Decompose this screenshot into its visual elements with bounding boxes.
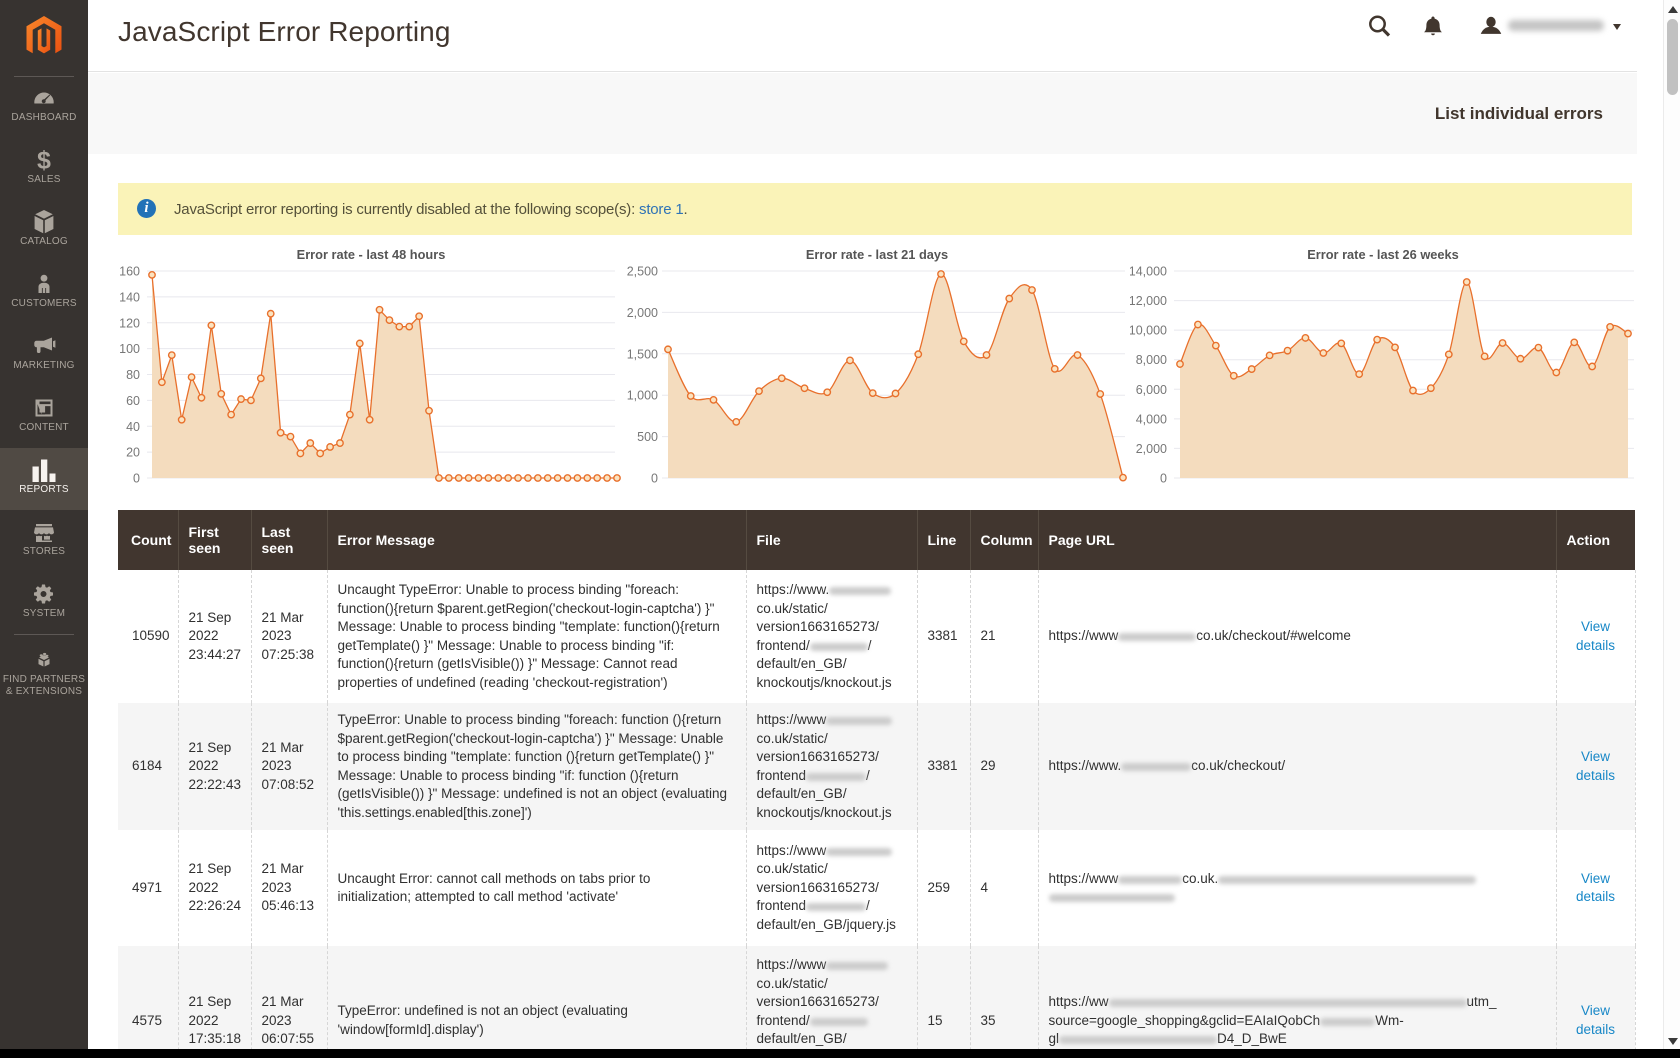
svg-text:12,000: 12,000: [1130, 294, 1167, 308]
svg-text:10,000: 10,000: [1130, 324, 1167, 338]
svg-text:40: 40: [126, 420, 140, 434]
svg-text:Error rate - last 48 hours: Error rate - last 48 hours: [297, 247, 446, 262]
svg-text:1,500: 1,500: [627, 347, 658, 361]
svg-text:14,000: 14,000: [1130, 265, 1167, 279]
svg-text:80: 80: [126, 368, 140, 382]
svg-text:0: 0: [651, 472, 658, 486]
svg-text:0: 0: [133, 472, 140, 486]
svg-text:6,000: 6,000: [1136, 383, 1167, 397]
svg-text:2,000: 2,000: [627, 306, 658, 320]
svg-text:Error rate - last 26 weeks: Error rate - last 26 weeks: [1307, 247, 1459, 262]
svg-text:140: 140: [119, 290, 140, 304]
svg-text:160: 160: [119, 265, 140, 279]
svg-text:120: 120: [119, 316, 140, 330]
svg-text:60: 60: [126, 394, 140, 408]
svg-text:500: 500: [637, 430, 658, 444]
svg-text:2,500: 2,500: [627, 265, 658, 279]
svg-text:20: 20: [126, 446, 140, 460]
svg-text:2,000: 2,000: [1136, 442, 1167, 456]
svg-text:Error rate - last 21 days: Error rate - last 21 days: [806, 247, 948, 262]
svg-text:$: $: [37, 148, 51, 172]
svg-text:1,000: 1,000: [627, 389, 658, 403]
svg-text:0: 0: [1160, 472, 1167, 486]
svg-text:8,000: 8,000: [1136, 353, 1167, 367]
svg-text:100: 100: [119, 342, 140, 356]
svg-text:4,000: 4,000: [1136, 412, 1167, 426]
